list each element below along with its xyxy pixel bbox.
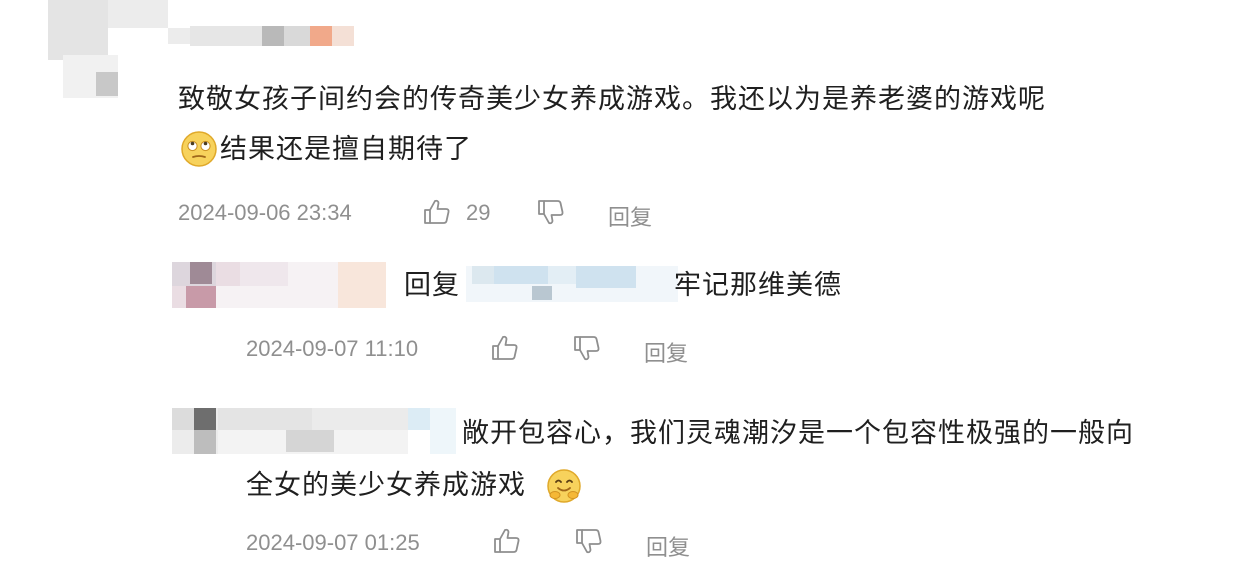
reply-button[interactable]: 回复 (646, 530, 690, 562)
like-count: 29 (466, 200, 491, 225)
avatar[interactable] (172, 262, 216, 308)
comment-text-line: 致敬女孩子间约会的传奇美少女养成游戏。我还以为是养老婆的游戏呢 (178, 84, 1046, 115)
comment-timestamp: 2024-09-07 01:25 (246, 530, 420, 555)
username-blurred[interactable] (218, 408, 456, 454)
thumbs-up-icon[interactable] (422, 198, 452, 226)
reply-button[interactable]: 回复 (644, 336, 688, 368)
thumbs-up-icon[interactable] (490, 334, 520, 362)
reply-text: 牢记那维美德 (674, 270, 842, 301)
hugging-face-emoji (546, 468, 582, 504)
reply-button[interactable]: 回复 (608, 200, 652, 232)
thumbs-down-icon[interactable] (572, 334, 602, 362)
thumbs-up-icon[interactable] (492, 527, 522, 555)
comment-text-line: 敞开包容心，我们灵魂潮汐是一个包容性极强的一般向 (462, 418, 1134, 449)
comment-text-line: 结果还是擅自期待了 (220, 134, 472, 165)
mentioned-user-blurred[interactable] (466, 266, 678, 302)
thumbs-down-icon[interactable] (536, 198, 566, 226)
username-blurred[interactable] (168, 26, 354, 46)
thumbs-down-icon[interactable] (574, 527, 604, 555)
username-blurred[interactable] (216, 262, 386, 308)
reply-prefix: 回复 (404, 270, 460, 301)
comment-timestamp: 2024-09-07 11:10 (246, 336, 419, 361)
avatar[interactable] (48, 0, 168, 98)
comment-timestamp: 2024-09-06 23:34 (178, 200, 352, 225)
rolling-eyes-emoji (180, 130, 218, 168)
avatar[interactable] (172, 408, 218, 454)
comment-text-line: 全女的美少女养成游戏 (246, 470, 526, 501)
